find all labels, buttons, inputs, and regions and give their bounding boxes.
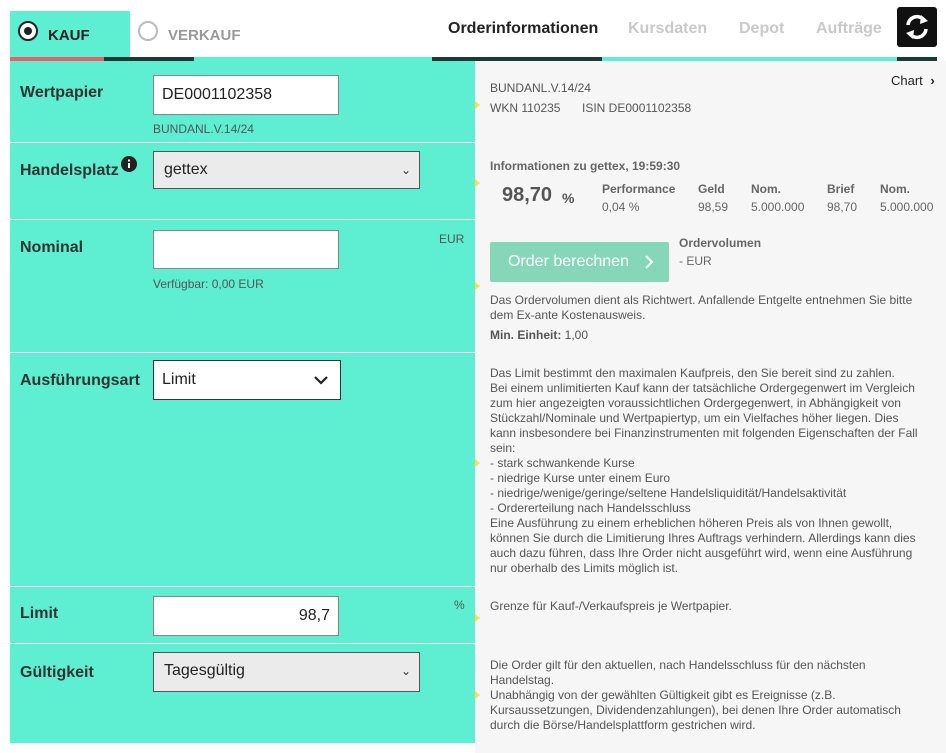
wertpapier-input[interactable]: DE0001102358 xyxy=(153,75,339,115)
limit-text-line: - Ordererteilung nach Handelsschluss xyxy=(490,501,691,515)
chevron-right-icon: › xyxy=(930,73,935,88)
nom-brief-value: 5.000.000 xyxy=(880,200,934,214)
pointer-arrow xyxy=(475,614,480,622)
wertpapier-label: Wertpapier xyxy=(20,84,104,101)
divider xyxy=(10,643,475,644)
geld-value: 98,59 xyxy=(698,200,729,214)
pointer-arrow xyxy=(475,179,480,187)
tab-verkauf[interactable]: VERKAUF xyxy=(130,11,270,57)
order-berechnen-label: Order berechnen xyxy=(508,253,629,270)
pointer-arrow xyxy=(475,101,480,109)
limit-hint: Grenze für Kauf-/Verkaufspreis je Wertpa… xyxy=(490,599,732,613)
limit-text-line: - stark schwankende Kurse xyxy=(490,456,635,470)
chevron-down-icon xyxy=(314,376,328,385)
gueltigkeit-text-line: durch die Börse/Handelsplattform gestric… xyxy=(490,718,756,732)
limit-input[interactable]: 98,7 xyxy=(153,596,339,636)
min-einheit: Min. Einheit: 1,00 xyxy=(490,328,588,343)
brief-value: 98,70 xyxy=(827,200,858,214)
refresh-button[interactable] xyxy=(897,7,937,47)
performance-head: Performance xyxy=(602,182,676,196)
limit-text-line: Bei einem unlimitierten Kauf kann der ta… xyxy=(490,381,915,395)
min-einheit-value: 1,00 xyxy=(564,328,589,342)
ordervolumen-note-1: Das Ordervolumen dient als Richtwert. An… xyxy=(490,293,913,307)
limit-text-line: Stückzahl/Nominale und Wertpapiertyp, um… xyxy=(490,411,899,425)
chart-link[interactable]: Chart › xyxy=(891,73,935,88)
handelsplatz-label: Handelsplatz xyxy=(20,162,119,179)
gueltigkeit-text-line: Unabhängig von der gewählten Gültigkeit … xyxy=(490,688,836,702)
handelsplatz-select[interactable]: gettex ⌄ xyxy=(153,151,420,189)
radio-unchecked-icon xyxy=(138,21,158,41)
tab-kursdaten[interactable]: Kursdaten xyxy=(628,20,707,38)
tab-kauf-label: KAUF xyxy=(48,27,90,44)
limit-explanation: Das Limit bestimmt den maximalen Kaufpre… xyxy=(490,366,918,576)
chevron-right-icon xyxy=(645,255,654,269)
limit-text-line: - niedrige/wenige/geringe/seltene Handel… xyxy=(490,486,847,500)
gueltigkeit-label: Gültigkeit xyxy=(20,664,94,681)
nominal-label: Nominal xyxy=(20,239,84,256)
min-einheit-label: Min. Einheit: xyxy=(490,328,562,342)
limit-text-line: auch dazu führen, dass Ihre Order nicht … xyxy=(490,546,913,560)
brief-head: Brief xyxy=(827,182,855,196)
nominal-unit: EUR xyxy=(439,232,465,246)
handelsplatz-value: gettex xyxy=(164,161,208,178)
limit-text-line: Das Limit bestimmt den maximalen Kaufpre… xyxy=(490,366,895,380)
tab-depot[interactable]: Depot xyxy=(739,20,784,38)
wertpapier-name: BUNDANL.V.14/24 xyxy=(153,122,254,136)
gueltigkeit-explanation: Die Order gilt für den aktuellen, nach H… xyxy=(490,658,901,733)
info-icon[interactable] xyxy=(121,156,137,172)
limit-text-line: Eine Ausführung zu einem erheblichen höh… xyxy=(490,516,893,530)
gueltigkeit-text-line: Kursaussetzungen, Dividendenzahlungen), … xyxy=(490,703,901,717)
limit-label: Limit xyxy=(20,605,59,622)
limit-text-line: kann insbesondere bei Finanzinstrumenten… xyxy=(490,426,918,440)
pointer-arrow xyxy=(475,459,480,467)
pointer-arrow xyxy=(475,282,480,290)
quote-price: 98,70 xyxy=(502,184,553,206)
limit-text-line: - niedrige Kurse unter einem Euro xyxy=(490,471,671,485)
tab-verkauf-label: VERKAUF xyxy=(168,27,241,44)
quote-price-unit: % xyxy=(562,190,575,206)
ausfuehrungsart-value: Limit xyxy=(162,371,196,388)
gueltigkeit-select[interactable]: Tagesgültig ⌄ xyxy=(153,652,420,692)
tab-kauf[interactable]: KAUF xyxy=(10,11,130,57)
divider xyxy=(10,142,475,143)
nom-geld-value: 5.000.000 xyxy=(751,200,805,214)
chevron-down-icon: ⌄ xyxy=(400,664,411,678)
chevron-down-icon: ⌄ xyxy=(400,163,411,177)
ordervolumen-note-2: dem Ex-ante Kostenausweis. xyxy=(490,308,646,322)
tab-orderinformationen[interactable]: Orderinformationen xyxy=(448,20,598,38)
security-isin: ISIN DE0001102358 xyxy=(582,101,692,115)
gueltigkeit-value: Tagesgültig xyxy=(164,662,245,679)
divider xyxy=(10,219,475,220)
gueltigkeit-text-line: Die Order gilt für den aktuellen, nach H… xyxy=(490,658,866,672)
limit-text-line: zum hier angezeigten voraussichtlichen O… xyxy=(490,396,901,410)
security-wkn: WKN 110235 xyxy=(490,101,561,115)
divider xyxy=(10,352,475,353)
limit-text-line: sein: xyxy=(490,441,516,455)
quote-title: Informationen zu gettex, 19:59:30 xyxy=(490,159,681,173)
performance-value: 0,04 % xyxy=(602,200,640,214)
limit-unit: % xyxy=(454,598,465,612)
tab-auftraege[interactable]: Aufträge xyxy=(816,20,882,38)
geld-head: Geld xyxy=(698,182,725,196)
limit-text-line: nur oberhalb des Limits möglich ist. xyxy=(490,561,679,575)
nom-brief-head: Nom. xyxy=(880,182,910,196)
chart-link-label: Chart xyxy=(891,73,923,88)
divider xyxy=(10,586,475,587)
refresh-icon xyxy=(906,14,928,40)
verfuegbar-text: Verfügbar: 0,00 EUR xyxy=(153,277,264,291)
pointer-arrow xyxy=(475,691,480,699)
nominal-input[interactable] xyxy=(153,230,339,269)
ordervolumen-value: - EUR xyxy=(679,254,712,268)
gueltigkeit-text-line: Handelstag. xyxy=(490,673,555,687)
ausfuehrungsart-select[interactable]: Limit xyxy=(153,360,341,400)
radio-checked-icon xyxy=(18,21,38,41)
order-berechnen-button[interactable]: Order berechnen xyxy=(490,242,669,282)
limit-text-line: können Sie durch die Limitierung Ihres A… xyxy=(490,531,916,545)
nom-geld-head: Nom. xyxy=(751,182,781,196)
security-name: BUNDANL.V.14/24 xyxy=(490,81,591,95)
ordervolumen-label: Ordervolumen xyxy=(679,236,762,250)
ausfuehrungsart-label: Ausführungsart xyxy=(20,372,140,389)
